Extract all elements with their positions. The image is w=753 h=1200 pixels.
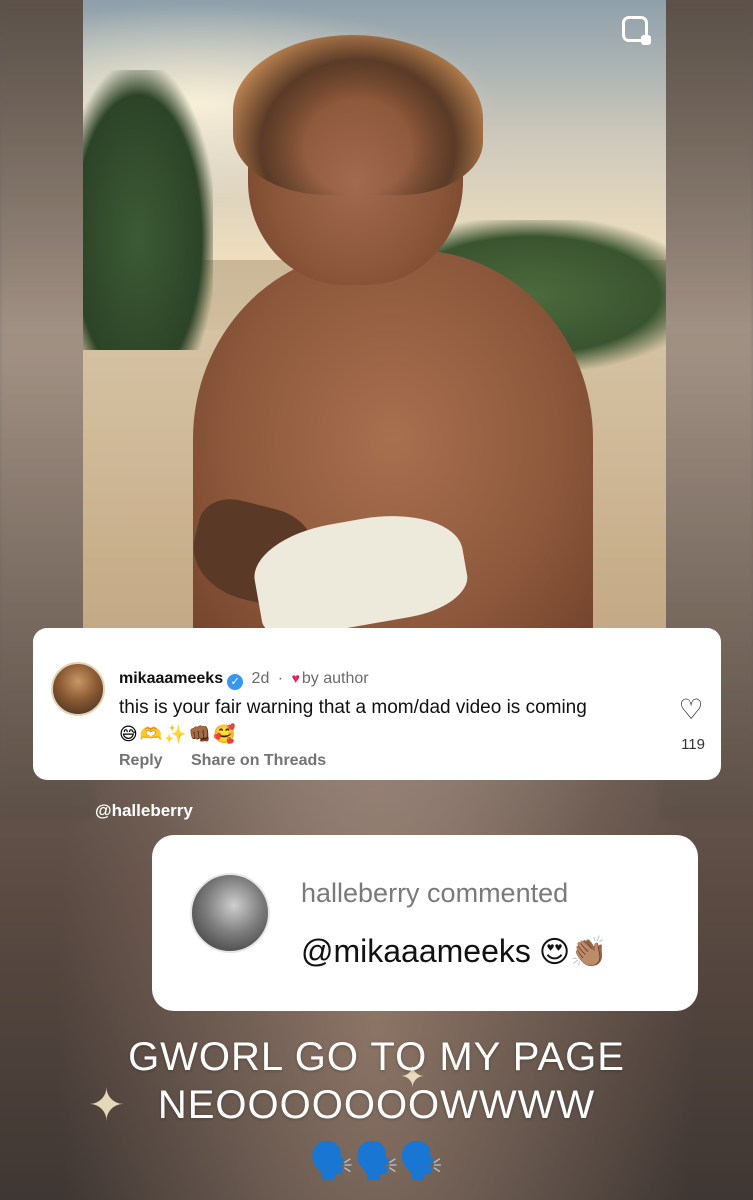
comment-text: this is your fair warning that a mom/dad… xyxy=(119,697,587,718)
reply-sticker[interactable]: halleberry commented @mikaaameeks 😍👏🏽 xyxy=(152,835,698,1011)
reply-header: halleberry commented xyxy=(301,878,569,908)
liked-by-author-heart-icon: ♥ xyxy=(291,670,300,686)
liked-by-author-label: by author xyxy=(301,670,369,687)
reply-text-row: @mikaaameeks 😍👏🏽 xyxy=(301,933,608,970)
photo-bush-left xyxy=(83,70,213,350)
verified-badge-icon: ✓ xyxy=(227,674,244,690)
caption-line-1: GWORL GO TO MY PAGE xyxy=(128,1035,625,1079)
meta-separator: · xyxy=(277,670,284,687)
reply-button[interactable]: Reply xyxy=(119,752,163,770)
reply-emoji: 😍👏🏽 xyxy=(538,936,608,969)
story-caption: GWORL GO TO MY PAGE NEOOOOOOOWWWW xyxy=(0,1033,753,1129)
commenter-username[interactable]: mikaaameeks xyxy=(119,670,223,687)
mention-tag[interactable]: @halleberry xyxy=(95,801,193,821)
reply-mention: @mikaaameeks xyxy=(301,933,531,969)
comment-card: mikaaameeks ✓ 2d · ♥ by author this is you… xyxy=(33,628,721,780)
caption-line-2: NEOOOOOOOWWWW xyxy=(157,1083,596,1127)
save-icon[interactable] xyxy=(622,16,651,45)
comment-emoji: 😅🫶✨👊🏾🥰 xyxy=(119,724,238,744)
commenter-avatar[interactable] xyxy=(51,662,105,716)
heart-icon[interactable]: ♡ xyxy=(675,694,707,726)
post-photo xyxy=(83,0,666,640)
comment-time: 2d xyxy=(251,670,270,687)
replier-avatar xyxy=(190,873,270,953)
like-count: 119 xyxy=(681,736,705,753)
share-on-threads-button[interactable]: Share on Threads xyxy=(191,752,326,770)
caption-emoji: 🗣️🗣️🗣️ xyxy=(309,1140,444,1181)
comment-header: mikaaameeks ✓ 2d · ♥ by author xyxy=(119,670,369,690)
